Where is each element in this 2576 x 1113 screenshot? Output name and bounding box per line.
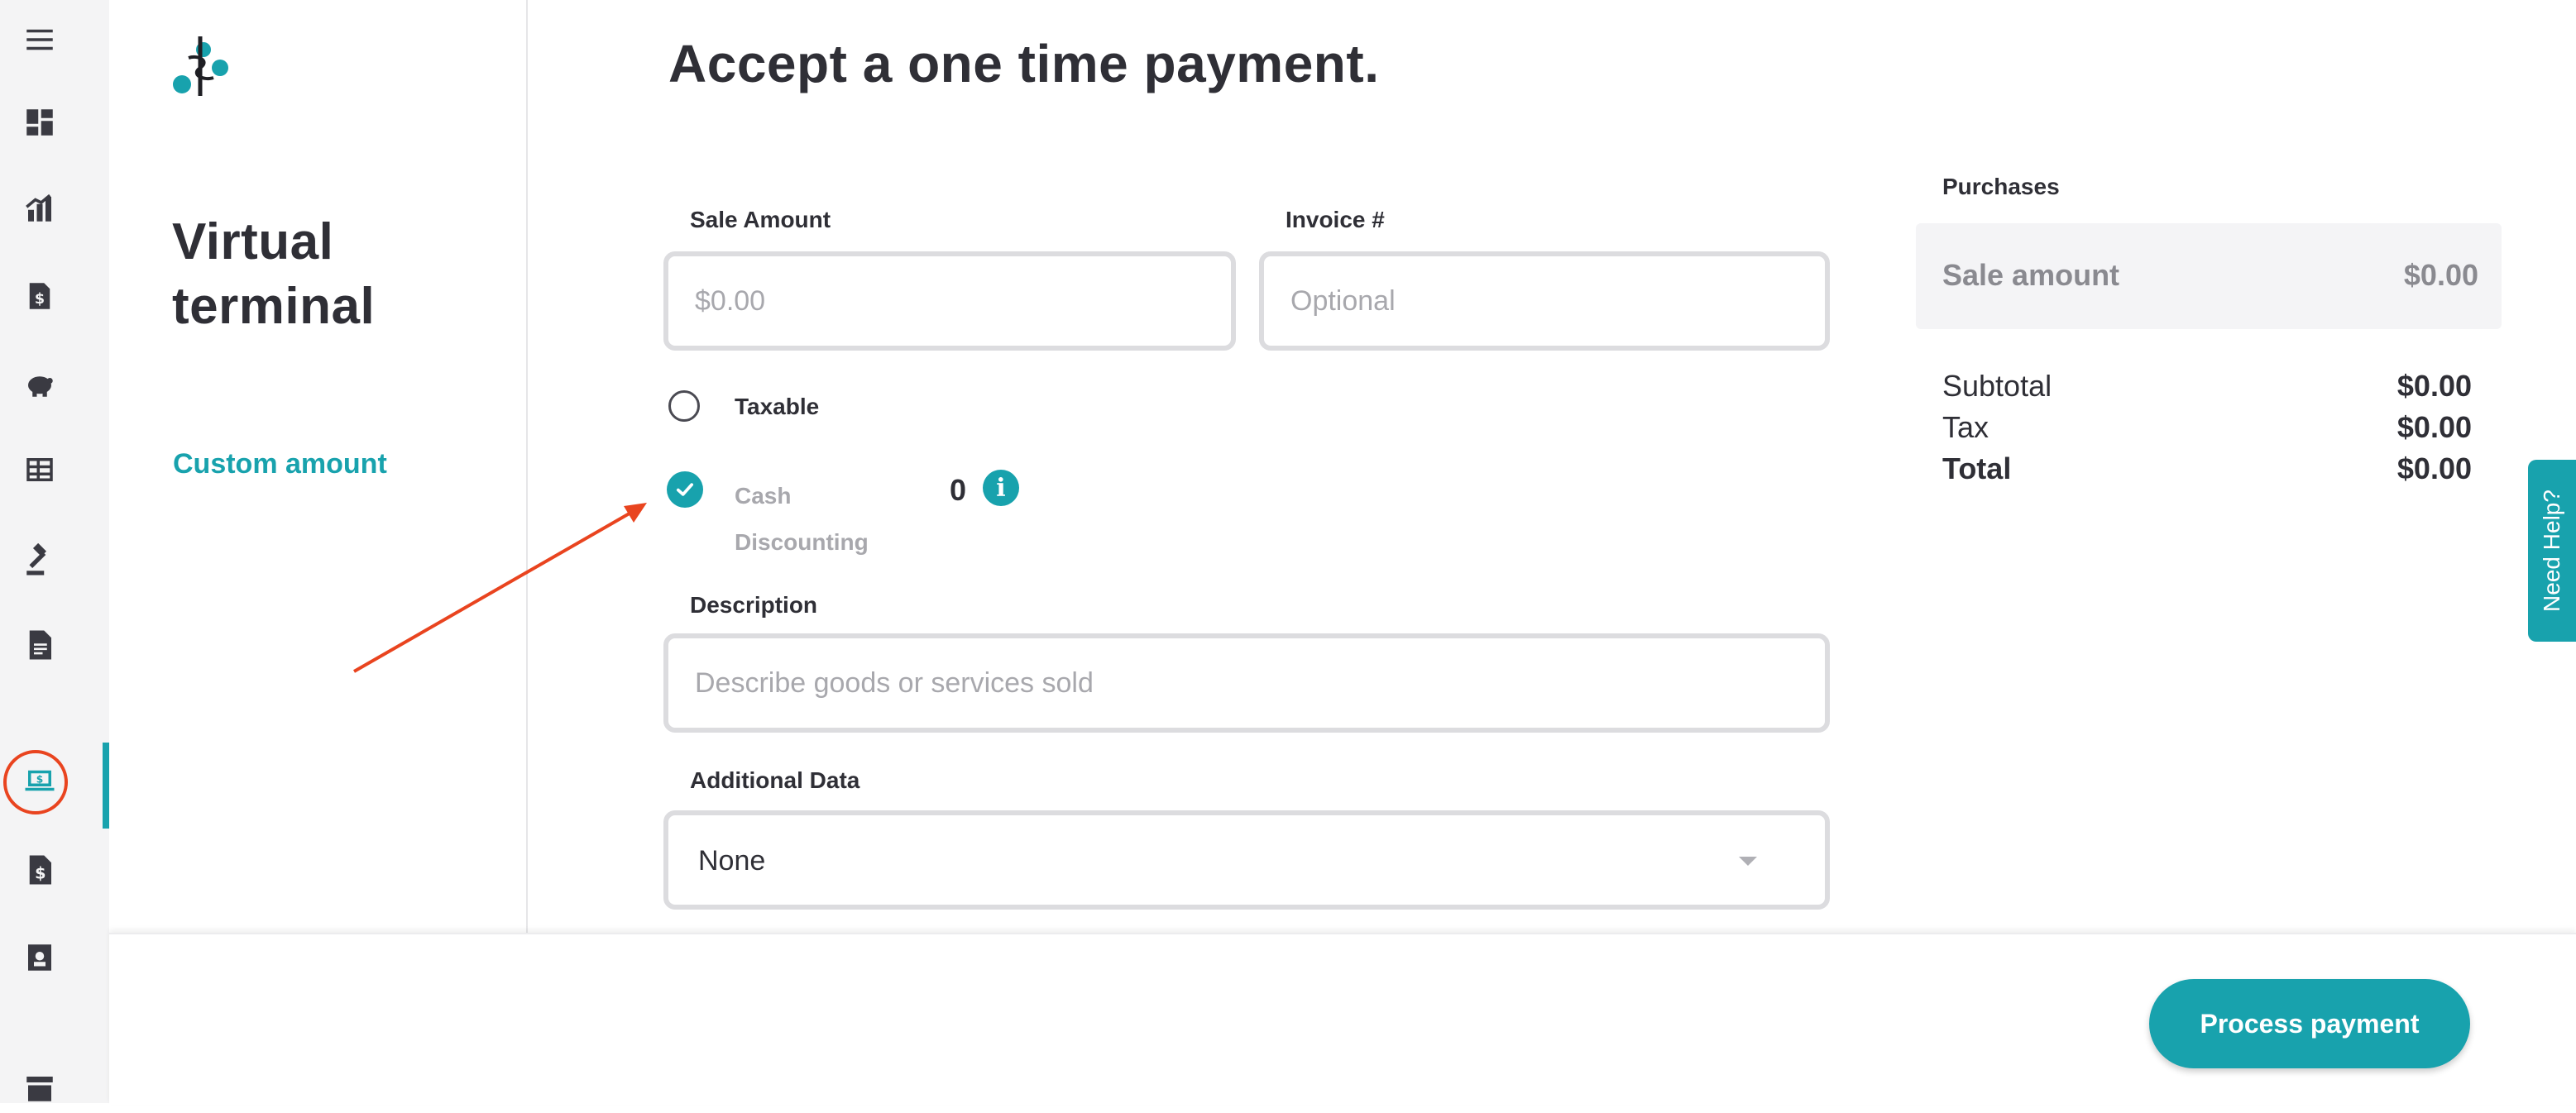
sale-amount-label: Sale Amount: [690, 207, 831, 232]
brand-logo: [173, 36, 228, 96]
svg-text:$: $: [35, 864, 45, 883]
checkmark-icon: [676, 483, 694, 496]
sale-amount-summary: Sale amount $0.00: [1916, 223, 2502, 329]
tax-value: $0.00: [2396, 410, 2472, 444]
subtotal-value: $0.00: [2396, 369, 2472, 403]
additional-data-label: Additional Data: [690, 767, 860, 793]
description-label: Description: [690, 592, 818, 618]
cash-discount-value: 0: [950, 473, 967, 507]
active-nav-indicator: [103, 743, 109, 829]
need-help-label: Need Help?: [2539, 490, 2564, 612]
form-title: Accept a one time payment.: [668, 34, 1380, 93]
menu-icon[interactable]: [15, 15, 65, 64]
additional-data-select[interactable]: None: [663, 810, 1830, 910]
document-icon[interactable]: [15, 620, 65, 670]
total-value: $0.00: [2396, 451, 2472, 485]
sale-amount-summary-value: $0.00: [2403, 258, 2478, 292]
taxable-radio[interactable]: [668, 390, 700, 422]
description-input[interactable]: [663, 633, 1830, 733]
table-grid-icon[interactable]: [15, 445, 65, 494]
page-title-line2: terminal: [172, 278, 376, 335]
customer-card-icon[interactable]: [15, 933, 65, 982]
cash-discounting-checkbox[interactable]: [667, 471, 703, 508]
gavel-icon[interactable]: [15, 536, 65, 585]
info-icon[interactable]: i: [983, 470, 1019, 506]
custom-amount-link[interactable]: Custom amount: [173, 448, 387, 480]
column-divider: [526, 0, 528, 933]
invoice-input[interactable]: [1259, 251, 1830, 351]
taxable-label: Taxable: [735, 394, 820, 419]
cash-discounting-label-line2: Discounting: [735, 529, 869, 555]
sale-amount-input[interactable]: [663, 251, 1236, 351]
need-help-tab[interactable]: Need Help?: [2528, 460, 2576, 642]
subtotal-label: Subtotal: [1942, 369, 2052, 403]
archive-icon[interactable]: [15, 1063, 65, 1113]
dollar-document-icon[interactable]: $: [15, 271, 65, 321]
dashboard-icon[interactable]: [15, 98, 65, 147]
additional-data-value: None: [698, 845, 766, 877]
invoice-label: Invoice #: [1286, 207, 1385, 232]
page-title-line1: Virtual: [172, 213, 334, 270]
process-payment-button[interactable]: Process payment: [2149, 979, 2470, 1068]
cash-discounting-label-line1: Cash: [735, 483, 792, 509]
piggy-bank-icon[interactable]: [15, 359, 65, 408]
svg-text:$: $: [35, 291, 45, 308]
purchases-title: Purchases: [1942, 174, 2060, 199]
cash-discounting-label: Cash Discounting: [735, 473, 900, 566]
reports-chart-icon[interactable]: [15, 184, 65, 233]
tax-label: Tax: [1942, 410, 1989, 444]
invoice-dollar-icon[interactable]: $: [15, 845, 65, 895]
sale-amount-summary-label: Sale amount: [1942, 258, 2120, 292]
annotation-circle: [3, 750, 68, 814]
icon-rail: $ $ $: [0, 0, 109, 1103]
total-label: Total: [1942, 451, 2012, 485]
chevron-down-icon: [1739, 857, 1757, 866]
page-title: Virtual terminal: [172, 210, 375, 339]
